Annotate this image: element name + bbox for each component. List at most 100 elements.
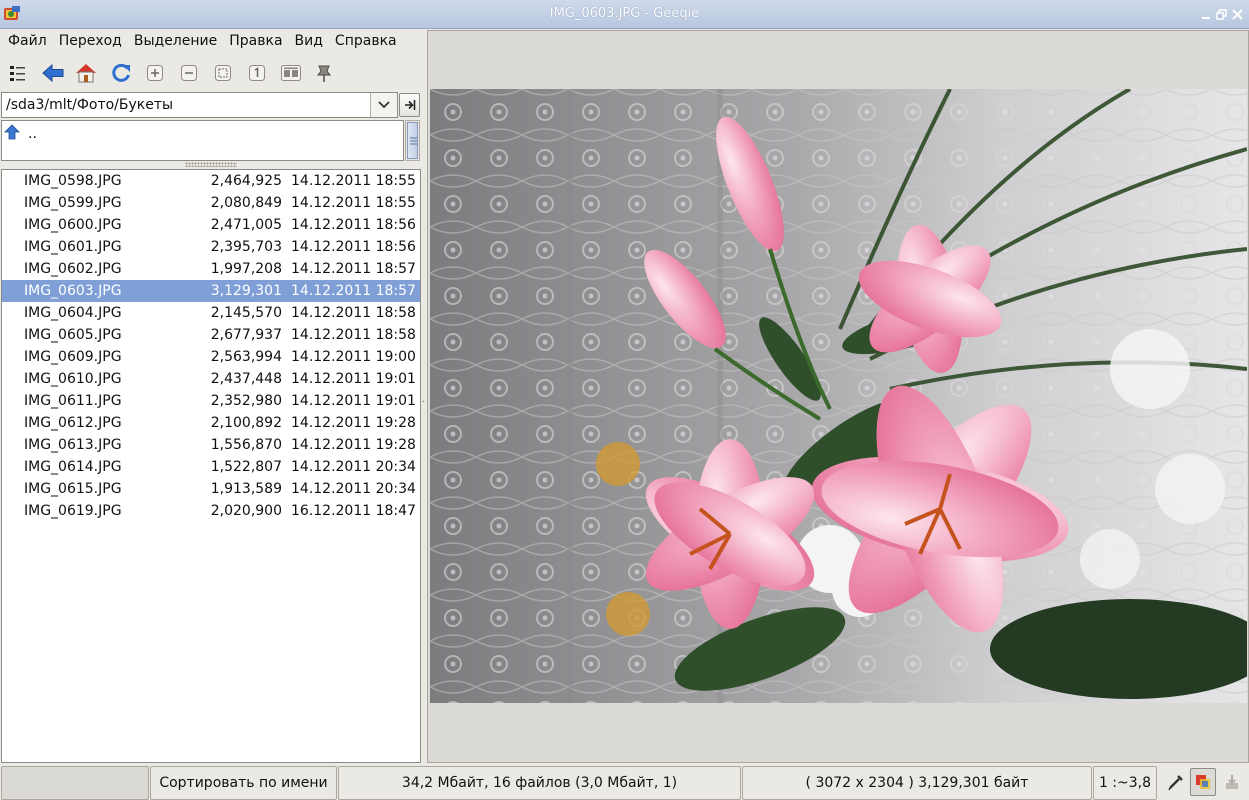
file-name: IMG_0602.JPG: [24, 261, 122, 277]
file-name: IMG_0609.JPG: [24, 349, 122, 365]
file-date: 14.12.2011 20:34: [291, 459, 416, 475]
parent-dir-label: ..: [28, 126, 37, 142]
menu-bar: Файл Переход Выделение Правка Вид Справк…: [0, 30, 424, 54]
back-arrow-icon[interactable]: [40, 60, 66, 86]
image-view[interactable]: [427, 30, 1249, 763]
file-size: 2,471,005: [210, 217, 282, 233]
home-icon[interactable]: [73, 60, 99, 86]
pin-icon[interactable]: [311, 60, 337, 86]
up-arrow-icon: [4, 124, 20, 144]
pane-splitter[interactable]: [185, 162, 237, 167]
zoom-fit-icon[interactable]: [210, 60, 236, 86]
minimize-icon[interactable]: [1201, 8, 1212, 19]
menu-go[interactable]: Переход: [53, 30, 128, 54]
refresh-icon[interactable]: [108, 60, 134, 86]
table-row[interactable]: IMG_0601.JPG 2,395,703 14.12.2011 18:56: [2, 236, 420, 258]
directory-list: ..: [1, 120, 404, 161]
file-list: IMG_0598.JPG 2,464,925 14.12.2011 18:55 IMG…: [1, 169, 421, 763]
zoom-out-icon[interactable]: [176, 60, 202, 86]
file-date: 14.12.2011 18:55: [291, 195, 416, 211]
sort-button[interactable]: Сортировать по имени: [150, 766, 337, 800]
file-date: 14.12.2011 19:28: [291, 415, 416, 431]
table-row[interactable]: IMG_0603.JPG 3,129,301 14.12.2011 18:57: [2, 280, 420, 302]
file-size: 2,100,892: [210, 415, 282, 431]
file-name: IMG_0603.JPG: [24, 283, 122, 299]
file-size: 1,997,208: [210, 261, 282, 277]
file-date: 14.12.2011 18:56: [291, 217, 416, 233]
vertical-splitter[interactable]: [422, 30, 425, 763]
path-bar: [0, 91, 424, 119]
write-metadata-icon[interactable]: [1219, 768, 1245, 796]
table-row[interactable]: IMG_0609.JPG 2,563,994 14.12.2011 19:00: [2, 346, 420, 368]
window-title: IMG_0603.JPG - Geeqie: [549, 6, 700, 21]
zoom-in-icon[interactable]: [142, 60, 168, 86]
close-icon[interactable]: [1232, 8, 1243, 20]
file-date: 14.12.2011 19:28: [291, 437, 416, 453]
file-size: 2,145,570: [210, 305, 282, 321]
file-name: IMG_0599.JPG: [24, 195, 122, 211]
path-input[interactable]: [1, 92, 398, 118]
thumbnails-icon[interactable]: [5, 60, 31, 86]
file-size: 1,522,807: [210, 459, 282, 475]
zoom-1-1-icon[interactable]: [244, 60, 270, 86]
folder-stats: 34,2 Мбайт, 16 файлов (3,0 Мбайт, 1): [338, 766, 741, 800]
table-row[interactable]: IMG_0599.JPG 2,080,849 14.12.2011 18:55: [2, 192, 420, 214]
file-date: 14.12.2011 19:00: [291, 349, 416, 365]
file-name: IMG_0615.JPG: [24, 481, 122, 497]
table-row[interactable]: IMG_0604.JPG 2,145,570 14.12.2011 18:58: [2, 302, 420, 324]
file-name: IMG_0610.JPG: [24, 371, 122, 387]
table-row[interactable]: IMG_0614.JPG 1,522,807 14.12.2011 20:34: [2, 456, 420, 478]
file-date: 14.12.2011 18:57: [291, 283, 416, 299]
file-date: 16.12.2011 18:47: [291, 503, 416, 519]
menu-help[interactable]: Справка: [329, 30, 403, 54]
file-date: 14.12.2011 19:01: [291, 371, 416, 387]
title-bar: IMG_0603.JPG - Geeqie: [0, 0, 1249, 29]
table-row[interactable]: IMG_0611.JPG 2,352,980 14.12.2011 19:01: [2, 390, 420, 412]
status-bar: Сортировать по имени 34,2 Мбайт, 16 файл…: [0, 764, 1249, 800]
table-row[interactable]: IMG_0605.JPG 2,677,937 14.12.2011 18:58: [2, 324, 420, 346]
maximize-icon[interactable]: [1216, 8, 1227, 20]
table-row[interactable]: IMG_0619.JPG 2,020,900 16.12.2011 18:47: [2, 500, 420, 522]
directory-scrollbar[interactable]: [405, 120, 420, 161]
table-row[interactable]: IMG_0598.JPG 2,464,925 14.12.2011 18:55: [2, 170, 420, 192]
table-row[interactable]: IMG_0612.JPG 2,100,892 14.12.2011 19:28: [2, 412, 420, 434]
file-name: IMG_0613.JPG: [24, 437, 122, 453]
file-name: IMG_0598.JPG: [24, 173, 122, 189]
go-to-path-icon[interactable]: [399, 93, 420, 117]
file-size: 2,020,900: [210, 503, 282, 519]
file-size: 2,352,980: [210, 393, 282, 409]
file-size: 2,464,925: [210, 173, 282, 189]
menu-file[interactable]: Файл: [2, 30, 53, 54]
float-icon[interactable]: [278, 60, 304, 86]
file-name: IMG_0619.JPG: [24, 503, 122, 519]
list-item[interactable]: ..: [4, 124, 37, 144]
table-row[interactable]: IMG_0602.JPG 1,997,208 14.12.2011 18:57: [2, 258, 420, 280]
menu-view[interactable]: Вид: [289, 30, 329, 54]
table-row[interactable]: IMG_0615.JPG 1,913,589 14.12.2011 20:34: [2, 478, 420, 500]
file-size: 2,437,448: [210, 371, 282, 387]
table-row[interactable]: IMG_0600.JPG 2,471,005 14.12.2011 18:56: [2, 214, 420, 236]
left-panel: Файл Переход Выделение Правка Вид Справк…: [0, 30, 424, 763]
file-size: 2,080,849: [210, 195, 282, 211]
chevron-down-icon[interactable]: [370, 93, 397, 117]
table-row[interactable]: IMG_0613.JPG 1,556,870 14.12.2011 19:28: [2, 434, 420, 456]
file-name: IMG_0600.JPG: [24, 217, 122, 233]
menu-select[interactable]: Выделение: [128, 30, 223, 54]
menu-edit[interactable]: Правка: [223, 30, 288, 54]
file-name: IMG_0605.JPG: [24, 327, 122, 343]
color-picker-icon[interactable]: [1163, 768, 1189, 796]
scrollbar-thumb[interactable]: [407, 122, 418, 159]
file-size: 1,556,870: [210, 437, 282, 453]
image-dimensions: ( 3072 x 2304 ) 3,129,301 байт: [742, 766, 1092, 800]
photo-image: [430, 89, 1247, 703]
file-size: 2,395,703: [210, 239, 282, 255]
file-date: 14.12.2011 19:01: [291, 393, 416, 409]
table-row[interactable]: IMG_0610.JPG 2,437,448 14.12.2011 19:01: [2, 368, 420, 390]
file-name: IMG_0611.JPG: [24, 393, 122, 409]
file-size: 2,563,994: [210, 349, 282, 365]
color-profile-icon[interactable]: [1190, 768, 1216, 796]
file-size: 1,913,589: [210, 481, 282, 497]
file-date: 14.12.2011 18:57: [291, 261, 416, 277]
file-date: 14.12.2011 20:34: [291, 481, 416, 497]
file-name: IMG_0614.JPG: [24, 459, 122, 475]
